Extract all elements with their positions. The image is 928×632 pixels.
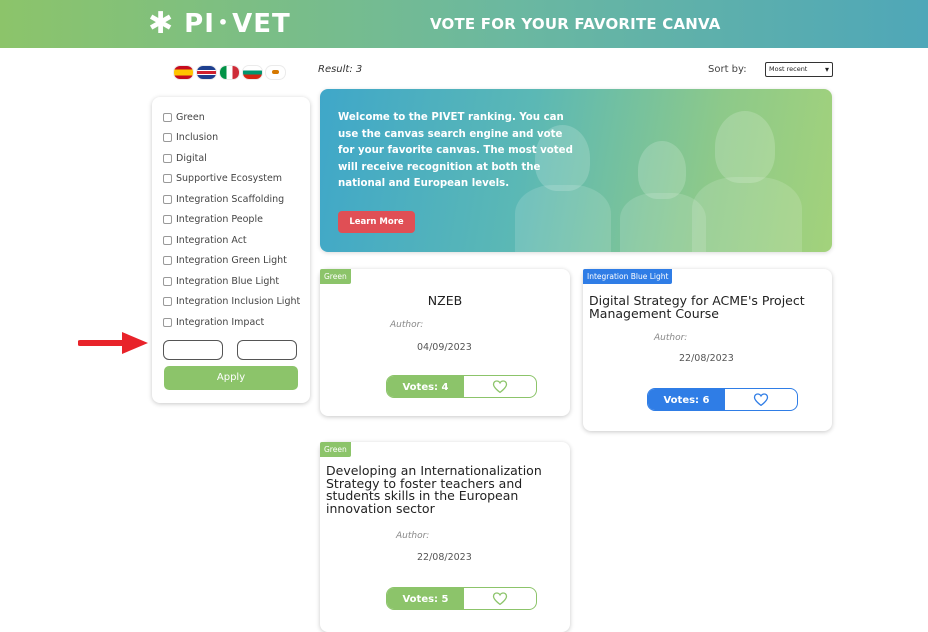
uk-flag-icon[interactable] [197, 66, 216, 79]
checkbox[interactable] [163, 113, 172, 122]
sort-by-label: Sort by: [708, 64, 747, 75]
filter-label: Integration Act [176, 235, 247, 246]
range-from-input[interactable] [163, 340, 223, 360]
learn-more-button[interactable]: Learn More [338, 211, 415, 233]
filter-integration-scaffolding[interactable]: Integration Scaffolding [163, 194, 284, 205]
filter-label: Integration Blue Light [176, 276, 280, 287]
card-author: Author: [654, 333, 688, 343]
votes-count: Votes: 5 [387, 588, 464, 609]
category-tag: Green [320, 269, 351, 284]
page-title: VOTE FOR YOUR FAVORITE CANVA [430, 15, 721, 33]
category-tag: Integration Blue Light [583, 269, 673, 284]
asterisk-icon: ✱ [148, 6, 175, 41]
banner-photo-person [715, 111, 775, 183]
votes-count: Votes: 4 [387, 376, 464, 397]
pivet-logo[interactable]: ✱ PI • VET [148, 8, 291, 40]
filter-integration-inclusion-light[interactable]: Integration Inclusion Light [163, 296, 300, 307]
card-author: Author: [396, 531, 430, 541]
filter-integration-blue-light[interactable]: Integration Blue Light [163, 276, 279, 287]
filter-label: Integration Scaffolding [176, 194, 285, 205]
filter-label: Integration People [176, 214, 263, 225]
banner-photo-person [620, 193, 706, 252]
cyprus-flag-icon[interactable] [266, 66, 285, 79]
banner-photo-person [692, 177, 802, 252]
logo-text-vet: VET [232, 9, 291, 39]
bulgaria-flag-icon[interactable] [243, 66, 262, 79]
top-header-bar: ✱ PI • VET VOTE FOR YOUR FAVORITE CANVA [0, 0, 928, 48]
range-to-input[interactable] [237, 340, 297, 360]
banner-text: Welcome to the PIVET ranking. You can us… [338, 112, 573, 189]
like-button[interactable] [464, 376, 536, 397]
filter-label: Green [176, 112, 205, 123]
vote-widget: Votes: 6 [647, 388, 798, 411]
checkbox[interactable] [163, 133, 172, 142]
filter-label: Integration Impact [176, 317, 265, 328]
card-title[interactable]: NZEB [320, 294, 570, 308]
sort-select[interactable]: Most recent ▾ [765, 62, 833, 77]
welcome-banner: Welcome to the PIVET ranking. You can us… [320, 89, 832, 252]
card-date: 04/09/2023 [417, 342, 472, 353]
red-arrow-icon [78, 332, 148, 354]
filter-integration-act[interactable]: Integration Act [163, 235, 247, 246]
heart-icon [492, 380, 508, 393]
filter-label: Digital [176, 153, 207, 164]
card-author: Author: [390, 320, 424, 330]
filter-panel: Green Inclusion Digital Supportive Ecosy… [152, 97, 310, 403]
apply-button[interactable]: Apply [164, 366, 298, 390]
checkbox[interactable] [163, 277, 172, 286]
filter-integration-green-light[interactable]: Integration Green Light [163, 255, 287, 266]
heart-icon [492, 592, 508, 605]
card-date: 22/08/2023 [417, 552, 472, 563]
heart-icon [753, 393, 769, 406]
filter-integration-people[interactable]: Integration People [163, 214, 263, 225]
language-selector [174, 66, 285, 79]
checkbox[interactable] [163, 195, 172, 204]
filter-label: Supportive Ecosystem [176, 173, 283, 184]
canvas-card[interactable]: Green NZEB Author: 04/09/2023 Votes: 4 [320, 269, 570, 416]
canvas-card[interactable]: Green Developing an Internationalization… [320, 442, 570, 632]
banner-photo-person [515, 185, 611, 252]
checkbox[interactable] [163, 318, 172, 327]
vote-widget: Votes: 5 [386, 587, 537, 610]
filter-label: Inclusion [176, 132, 219, 143]
filter-integration-impact[interactable]: Integration Impact [163, 317, 264, 328]
italy-flag-icon[interactable] [220, 66, 239, 79]
canvas-card[interactable]: Integration Blue Light Digital Strategy … [583, 269, 832, 431]
result-count: Result: 3 [318, 64, 363, 75]
category-tag: Green [320, 442, 351, 457]
votes-count: Votes: 6 [648, 389, 725, 410]
card-title[interactable]: Developing an Internationalization Strat… [326, 464, 558, 515]
chevron-down-icon: ▾ [824, 65, 829, 74]
checkbox[interactable] [163, 154, 172, 163]
card-title[interactable]: Digital Strategy for ACME's Project Mana… [589, 294, 829, 320]
spain-flag-icon[interactable] [174, 66, 193, 79]
filter-green[interactable]: Green [163, 112, 205, 123]
like-button[interactable] [725, 389, 797, 410]
logo-dot: • [217, 12, 230, 32]
checkbox[interactable] [163, 256, 172, 265]
checkbox[interactable] [163, 236, 172, 245]
filter-supportive-ecosystem[interactable]: Supportive Ecosystem [163, 173, 282, 184]
checkbox[interactable] [163, 215, 172, 224]
filter-inclusion[interactable]: Inclusion [163, 132, 218, 143]
filter-label: Integration Green Light [176, 255, 287, 266]
filter-digital[interactable]: Digital [163, 153, 207, 164]
filter-label: Integration Inclusion Light [176, 296, 301, 307]
vote-widget: Votes: 4 [386, 375, 537, 398]
like-button[interactable] [464, 588, 536, 609]
sort-select-value: Most recent [769, 65, 808, 73]
logo-text-pi: PI [184, 9, 215, 39]
checkbox[interactable] [163, 174, 172, 183]
checkbox[interactable] [163, 297, 172, 306]
banner-photo-person [638, 141, 686, 199]
card-date: 22/08/2023 [679, 353, 734, 364]
